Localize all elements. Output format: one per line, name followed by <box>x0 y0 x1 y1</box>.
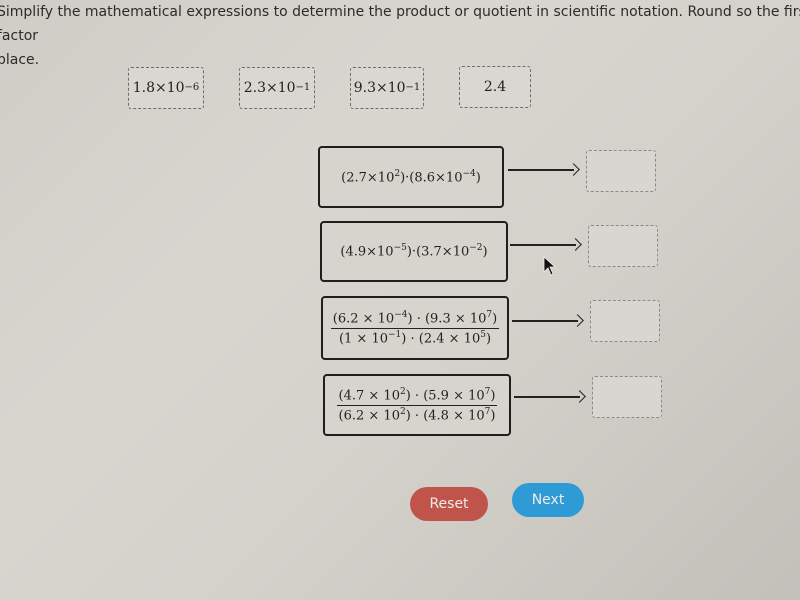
answer-tile-2[interactable]: 2.3 ×10 −1 <box>239 67 315 109</box>
instructions-line-1: Simplify the mathematical expressions to… <box>0 4 800 44</box>
next-button[interactable]: Next <box>512 483 584 517</box>
denominator: (1 × 10−1) · (2.4 × 105) <box>338 329 492 346</box>
numerator: (4.7 × 102) · (5.9 × 107) <box>336 387 498 406</box>
reset-button[interactable]: Reset <box>410 487 488 521</box>
drop-target-1[interactable] <box>586 150 656 192</box>
reset-button-label: Reset <box>429 496 469 512</box>
arrow-icon <box>514 390 586 403</box>
drop-target-2[interactable] <box>588 225 658 267</box>
expression-3: (6.2 × 10−4) · (9.3 × 107) (1 × 10−1) · … <box>321 296 509 360</box>
expression-1: (2.7×102) · (8.6×10−4) <box>318 146 504 208</box>
arrow-icon <box>508 163 580 176</box>
factor-2: (8.6×10−4) <box>409 168 481 186</box>
expression-2: (4.9×10−5) · (3.7×10−2) <box>320 221 508 282</box>
denominator: (6.2 × 102) · (4.8 × 107) <box>338 406 496 423</box>
factor-1: (4.9×10−5) <box>340 243 412 260</box>
instructions-text: Simplify the mathematical expressions to… <box>0 0 800 72</box>
answer-tile-1[interactable]: 1.8 ×10 −6 <box>128 67 204 109</box>
arrow-icon <box>510 238 582 251</box>
tile-mantissa: 2.3 <box>243 80 266 96</box>
drop-target-3[interactable] <box>590 300 660 342</box>
fraction: (6.2 × 10−4) · (9.3 × 107) (1 × 10−1) · … <box>330 310 500 346</box>
tile-exponent: −1 <box>295 81 311 93</box>
tile-base: ×10 <box>265 80 296 96</box>
answer-tile-4[interactable]: 2.4 <box>459 66 531 108</box>
expression-4: (4.7 × 102) · (5.9 × 107) (6.2 × 102) · … <box>323 374 511 436</box>
fraction: (4.7 × 102) · (5.9 × 107) (6.2 × 102) · … <box>336 387 498 423</box>
numerator: (6.2 × 10−4) · (9.3 × 107) <box>330 310 500 329</box>
tile-exponent: −1 <box>405 81 421 93</box>
tile-mantissa: 9.3 <box>353 80 376 96</box>
tile-mantissa: 1.8 <box>132 80 155 96</box>
arrow-icon <box>512 314 584 327</box>
next-button-label: Next <box>531 492 565 508</box>
tile-base: ×10 <box>154 80 185 96</box>
factor-2: (3.7×10−2) <box>416 243 488 260</box>
answer-tile-3[interactable]: 9.3 ×10 −1 <box>350 67 424 109</box>
tile-exponent: −6 <box>184 81 200 93</box>
factor-1: (2.7×102) <box>341 168 406 186</box>
tile-base: ×10 <box>375 80 406 96</box>
drop-target-4[interactable] <box>592 376 662 418</box>
tile-value: 2.4 <box>483 79 507 95</box>
mouse-cursor-icon <box>543 256 557 276</box>
